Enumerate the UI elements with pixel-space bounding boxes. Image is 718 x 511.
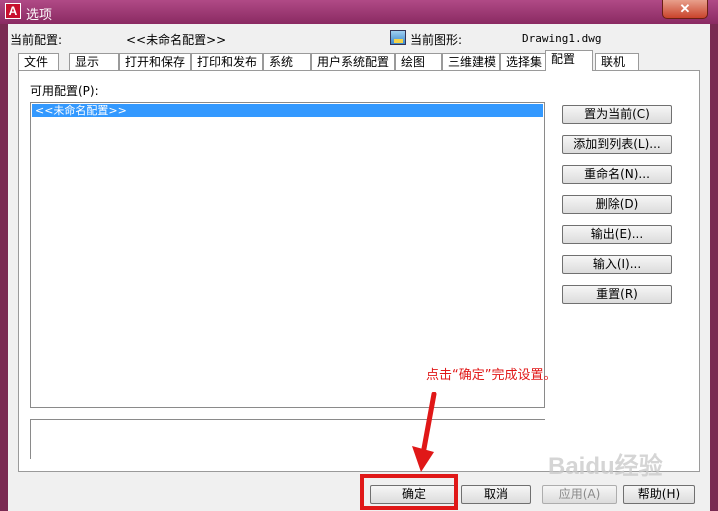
ok-button-highlight (360, 474, 458, 510)
tab-open-save[interactable]: 打开和保存 (119, 53, 191, 70)
red-arrow-icon (412, 392, 437, 472)
current-profile-label: 当前配置: (10, 33, 63, 47)
autocad-logo-icon: A (5, 3, 21, 19)
import-button[interactable]: 输入(I)... (562, 255, 672, 274)
baidu-watermark: Baidu经验 (548, 453, 663, 480)
tab-online[interactable]: 联机 (595, 53, 639, 70)
tab-display[interactable]: 显示 (69, 53, 119, 70)
tab-3d-modeling[interactable]: 三维建模 (442, 53, 500, 70)
title-bar[interactable]: A 选项 ✕ (0, 0, 718, 24)
rename-button[interactable]: 重命名(N)... (562, 165, 672, 184)
tab-files[interactable]: 文件 (18, 53, 59, 70)
tab-profiles[interactable]: 配置 (545, 50, 593, 71)
close-button[interactable]: ✕ (662, 0, 708, 19)
instruction-annotation: 点击“确定”完成设置。 (426, 368, 557, 383)
add-to-list-button[interactable]: 添加到列表(L)... (562, 135, 672, 154)
current-drawing-value: Drawing1.dwg (522, 32, 602, 45)
dialog-client: 当前配置: <<未命名配置>> 当前图形: Drawing1.dwg 文件 显示… (8, 24, 710, 511)
options-dialog: A 选项 ✕ 当前配置: <<未命名配置>> 当前图形: Drawing1.dw… (0, 0, 718, 511)
export-button[interactable]: 输出(E)... (562, 225, 672, 244)
list-item[interactable]: <<未命名配置>> (32, 104, 543, 117)
tab-system[interactable]: 系统 (263, 53, 311, 70)
tab-plot-publish[interactable]: 打印和发布 (191, 53, 263, 70)
available-profiles-label: 可用配置(P): (30, 84, 99, 98)
current-drawing-label: 当前图形: (410, 33, 463, 47)
set-current-button[interactable]: 置为当前(C) (562, 105, 672, 124)
tab-user-preferences[interactable]: 用户系统配置 (311, 53, 395, 70)
profiles-panel: 可用配置(P): <<未命名配置>> 置为当前(C) 添加到列表(L)... 重… (18, 70, 700, 472)
window-title: 选项 (26, 8, 53, 23)
profiles-listbox[interactable]: <<未命名配置>> (30, 102, 545, 408)
profile-description-box (30, 419, 545, 459)
reset-button[interactable]: 重置(R) (562, 285, 672, 304)
delete-button[interactable]: 删除(D) (562, 195, 672, 214)
drawing-file-icon (390, 30, 406, 45)
tab-drafting[interactable]: 绘图 (395, 53, 442, 70)
cancel-button[interactable]: 取消 (461, 485, 531, 504)
apply-button[interactable]: 应用(A) (542, 485, 617, 504)
tab-selection[interactable]: 选择集 (500, 53, 547, 70)
help-button[interactable]: 帮助(H) (623, 485, 695, 504)
current-profile-value: <<未命名配置>> (126, 33, 227, 47)
